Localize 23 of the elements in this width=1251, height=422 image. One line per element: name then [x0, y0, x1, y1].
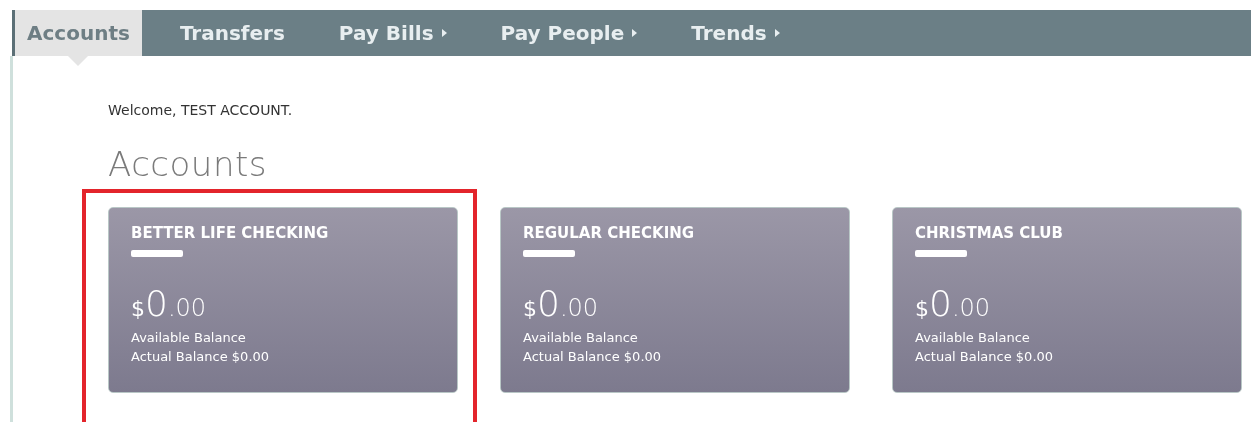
actual-balance: Actual Balance $0.00	[523, 348, 663, 366]
balance-amount: $0.00	[131, 287, 208, 326]
account-name: REGULAR CHECKING	[523, 224, 696, 242]
actual-balance: Actual Balance $0.00	[131, 348, 271, 366]
account-name: BETTER LIFE CHECKING	[131, 224, 330, 242]
nav-tab[interactable]: Pay Bills	[312, 10, 475, 56]
available-label: Available Balance	[131, 329, 247, 347]
account-card[interactable]: BETTER LIFE CHECKING $0.00 Available Balance Actual Balance $0.00	[108, 207, 458, 393]
balance-amount: $0.00	[523, 287, 600, 326]
page-heading: Accounts	[108, 144, 268, 184]
account-card[interactable]: REGULAR CHECKING $0.00 Available Balance Actual Balance $0.00	[500, 207, 850, 393]
tab-pointer	[68, 56, 89, 66]
account-card[interactable]: CHRISTMAS CLUB $0.00 Available Balance Actual Balance $0.00	[892, 207, 1242, 393]
nav-tab[interactable]: Trends	[665, 10, 808, 56]
available-label: Available Balance	[915, 329, 1031, 347]
nav-tab[interactable]: Accounts	[15, 10, 142, 56]
account-name: CHRISTMAS CLUB	[915, 224, 1064, 242]
balance-amount: $0.00	[915, 287, 992, 326]
nav-tab[interactable]: Transfers	[153, 10, 313, 56]
actual-balance: Actual Balance $0.00	[915, 348, 1055, 366]
welcome-text: Welcome, TEST ACCOUNT.	[108, 102, 294, 118]
available-label: Available Balance	[523, 329, 639, 347]
nav-tab[interactable]: Pay People	[474, 10, 666, 56]
